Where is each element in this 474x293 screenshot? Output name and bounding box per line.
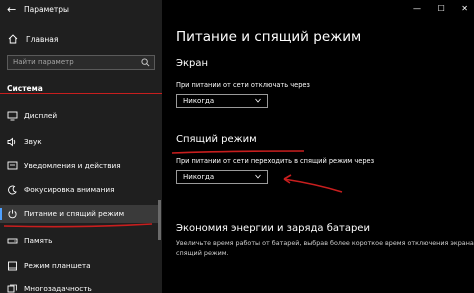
home-icon bbox=[8, 34, 18, 44]
app-title: Параметры bbox=[24, 5, 69, 14]
sidebar-item-label: Питание и спящий режим bbox=[24, 209, 125, 218]
sidebar-item-label: Режим планшета bbox=[24, 261, 91, 270]
sidebar-item-label: Многозадачность bbox=[24, 284, 92, 293]
search-icon[interactable] bbox=[141, 58, 150, 67]
tablet-icon bbox=[8, 261, 17, 271]
close-button[interactable]: ✕ bbox=[461, 4, 468, 13]
dropdown-value: Никогда bbox=[183, 173, 215, 181]
selection-indicator bbox=[0, 208, 2, 220]
sidebar-item-notifications[interactable]: Уведомления и действия bbox=[0, 157, 160, 175]
annotation-underline bbox=[0, 93, 162, 94]
sidebar-item-label: Уведомления и действия bbox=[24, 161, 121, 170]
storage-icon bbox=[7, 238, 18, 244]
maximize-button[interactable]: ☐ bbox=[438, 4, 445, 13]
home-label: Главная bbox=[26, 35, 59, 44]
main-content: — ☐ ✕ Питание и спящий режим Экран При п… bbox=[162, 0, 474, 293]
focus-assist-icon bbox=[8, 185, 17, 195]
page-title: Питание и спящий режим bbox=[176, 29, 362, 45]
screen-timeout-label: При питании от сети отключать через bbox=[176, 81, 310, 89]
minimize-button[interactable]: — bbox=[413, 4, 421, 13]
sidebar-item-multitasking[interactable]: Многозадачность bbox=[0, 280, 160, 293]
section-heading-sleep: Спящий режим bbox=[176, 134, 257, 145]
notifications-icon bbox=[7, 161, 18, 170]
group-label-system: Система bbox=[7, 84, 43, 93]
section-heading-battery: Экономия энергии и заряда батареи bbox=[176, 223, 370, 234]
sidebar-item-label: Память bbox=[24, 236, 53, 245]
dropdown-value: Никогда bbox=[183, 97, 215, 105]
sidebar-item-sound[interactable]: Звук bbox=[0, 133, 160, 151]
title-bar: ← Параметры bbox=[0, 0, 162, 22]
sidebar: ← Параметры Главная Найти параметр Систе… bbox=[0, 0, 162, 293]
multitasking-icon bbox=[7, 284, 17, 293]
sidebar-item-tablet[interactable]: Режим планшета bbox=[0, 257, 160, 275]
search-placeholder: Найти параметр bbox=[13, 58, 74, 66]
back-arrow-icon[interactable]: ← bbox=[7, 3, 16, 16]
sidebar-item-label: Дисплей bbox=[24, 111, 58, 120]
chevron-down-icon bbox=[255, 174, 261, 179]
sidebar-item-label: Звук bbox=[24, 137, 42, 146]
sound-icon bbox=[7, 137, 16, 147]
battery-description-line2: спящий режим. bbox=[176, 249, 229, 257]
chevron-down-icon bbox=[255, 98, 261, 103]
screen-timeout-dropdown[interactable]: Никогда bbox=[176, 94, 268, 108]
sidebar-item-display[interactable]: Дисплей bbox=[0, 107, 160, 125]
sidebar-scrollbar[interactable] bbox=[158, 200, 161, 240]
sidebar-item-power-sleep[interactable]: Питание и спящий режим bbox=[0, 205, 160, 223]
sleep-timeout-label: При питании от сети переходить в спящий … bbox=[176, 157, 375, 165]
section-heading-screen: Экран bbox=[176, 58, 209, 69]
display-icon bbox=[7, 111, 18, 121]
sleep-timeout-dropdown[interactable]: Никогда bbox=[176, 170, 268, 184]
sidebar-item-storage[interactable]: Память bbox=[0, 232, 160, 250]
sidebar-item-focus-assist[interactable]: Фокусировка внимания bbox=[0, 181, 160, 199]
power-icon bbox=[8, 209, 17, 219]
home-nav-item[interactable]: Главная bbox=[0, 31, 162, 49]
search-input[interactable]: Найти параметр bbox=[7, 55, 155, 70]
sidebar-item-label: Фокусировка внимания bbox=[24, 185, 115, 194]
window-controls: — ☐ ✕ bbox=[399, 4, 468, 13]
battery-description-line1: Увеличьте время работы от батарей, выбра… bbox=[176, 239, 474, 247]
